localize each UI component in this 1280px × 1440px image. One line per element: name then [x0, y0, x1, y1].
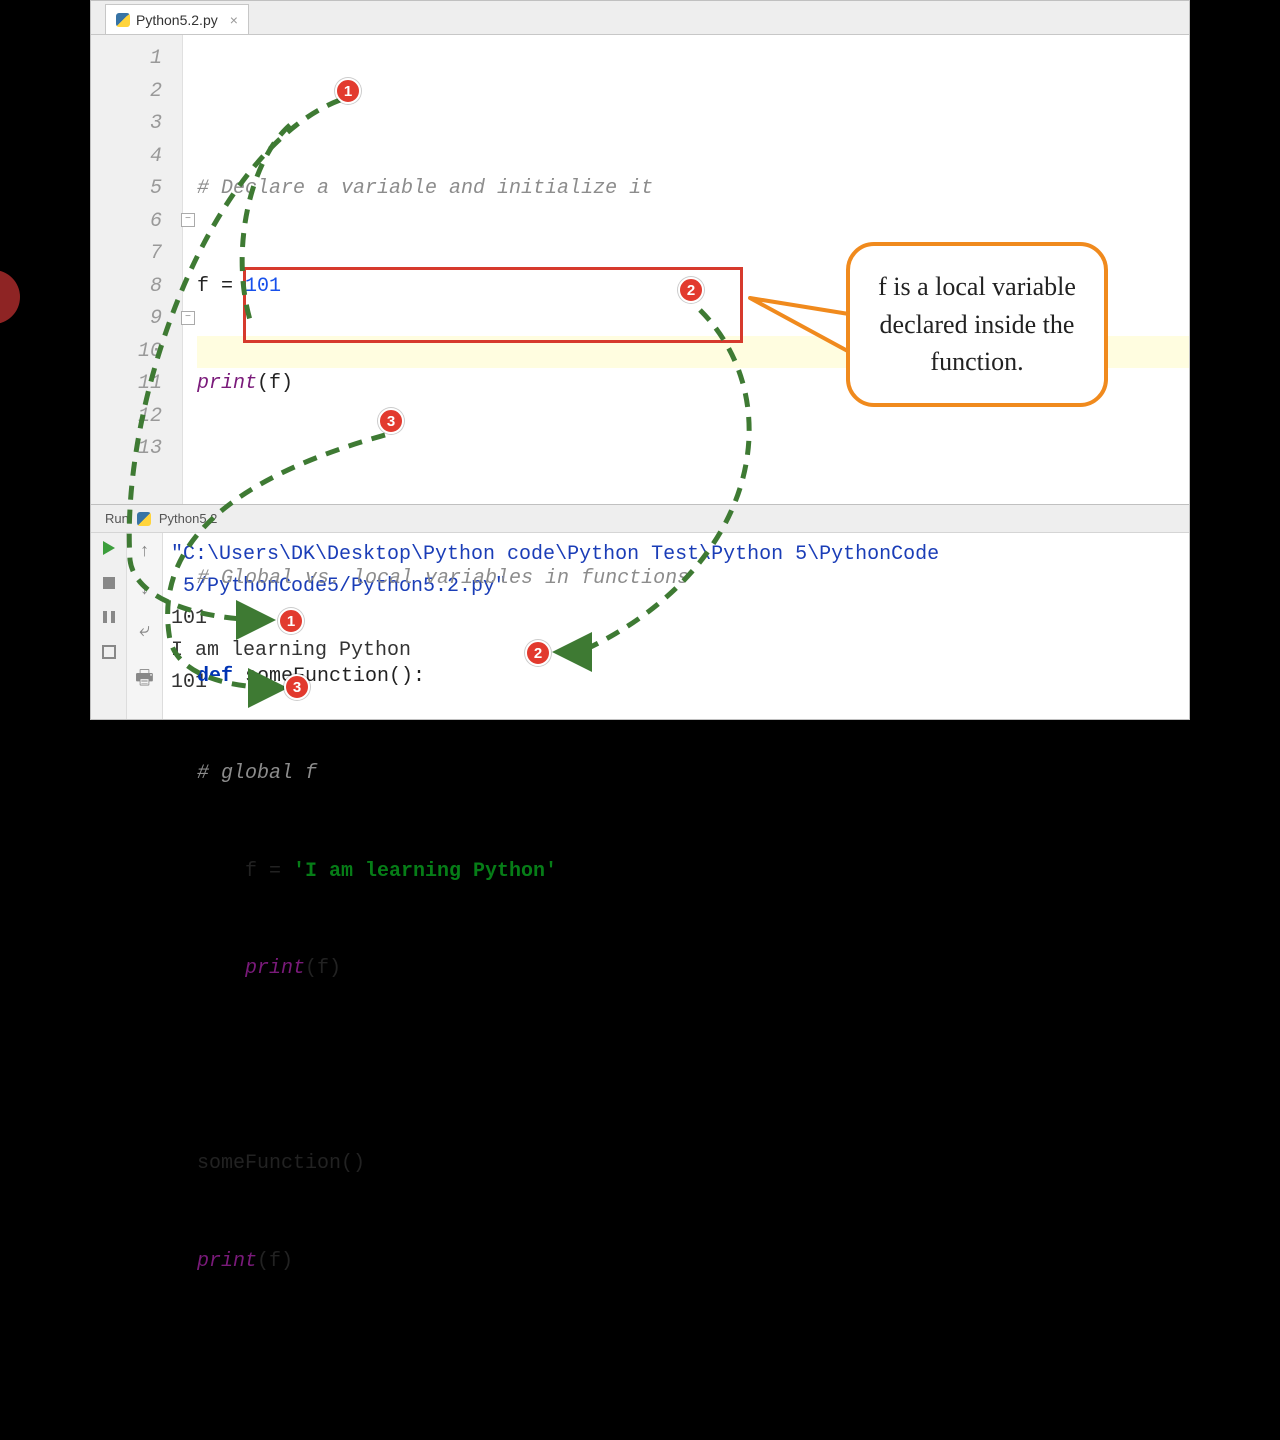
close-icon[interactable]: ×	[224, 12, 238, 28]
code-comment: # global f	[197, 762, 317, 785]
code-text: ():	[389, 665, 425, 688]
editor-tabbar: Python5.2.py ×	[91, 1, 1189, 35]
run-label: Run	[105, 511, 129, 526]
run-stop-icon[interactable]	[103, 577, 115, 589]
code-text: f =	[197, 275, 245, 298]
line-number: 6	[91, 206, 162, 239]
ide-window: Python5.2.py × 1 2 3 4 5 6 7 8 9 10 11 1…	[90, 0, 1190, 720]
code-text: (f)	[305, 957, 341, 980]
line-number: 13	[91, 433, 162, 466]
code-builtin: print	[197, 1250, 257, 1273]
print-icon[interactable]: 🖶	[135, 663, 154, 697]
line-number: 8	[91, 271, 162, 304]
line-number: 1	[91, 43, 162, 76]
editor-tab-active[interactable]: Python5.2.py ×	[105, 4, 249, 34]
line-number: 5	[91, 173, 162, 206]
code-call: someFunction()	[197, 1152, 365, 1175]
fold-toggle-icon[interactable]: −	[181, 311, 195, 325]
line-number: 11	[91, 368, 162, 401]
code-builtin: print	[245, 957, 305, 980]
code-keyword: def	[197, 665, 245, 688]
line-number: 9	[91, 303, 162, 336]
line-number: 10	[91, 336, 162, 369]
code-text: f =	[197, 860, 293, 883]
code-identifier: someFunction	[245, 665, 389, 688]
line-number: 3	[91, 108, 162, 141]
code-builtin: print	[197, 372, 257, 395]
code-comment: # Global vs. local variables in function…	[197, 567, 689, 590]
code-comment: # Declare a variable and initialize it	[197, 177, 653, 200]
line-number: 7	[91, 238, 162, 271]
python-run-icon	[137, 512, 151, 526]
code-area[interactable]: # Declare a variable and initialize it f…	[197, 35, 1189, 504]
line-number-gutter: 1 2 3 4 5 6 7 8 9 10 11 12 13	[91, 35, 183, 504]
code-string: 'I am learning Python'	[293, 860, 557, 883]
line-number: 2	[91, 76, 162, 109]
run-layout-icon[interactable]	[102, 645, 116, 659]
scroll-down-icon[interactable]: ↓	[139, 581, 150, 599]
soft-wrap-icon[interactable]: ⤶	[139, 619, 150, 643]
code-text: (f)	[257, 372, 293, 395]
line-number: 4	[91, 141, 162, 174]
presenter-marker	[0, 270, 20, 324]
code-number: 101	[245, 275, 281, 298]
line-number: 12	[91, 401, 162, 434]
run-nav-column: ↑ ↓ ⤶ 🖶	[127, 533, 163, 719]
fold-column: − −	[183, 35, 197, 504]
run-tool-column	[91, 533, 127, 719]
scroll-up-icon[interactable]: ↑	[139, 543, 150, 561]
code-indent	[197, 957, 245, 980]
code-text: (f)	[257, 1250, 293, 1273]
code-editor[interactable]: 1 2 3 4 5 6 7 8 9 10 11 12 13 − − # Decl…	[91, 35, 1189, 505]
python-file-icon	[116, 13, 130, 27]
run-play-icon[interactable]	[103, 541, 115, 555]
run-pause-icon[interactable]	[103, 611, 115, 623]
fold-toggle-icon[interactable]: −	[181, 213, 195, 227]
tab-filename: Python5.2.py	[136, 12, 218, 28]
